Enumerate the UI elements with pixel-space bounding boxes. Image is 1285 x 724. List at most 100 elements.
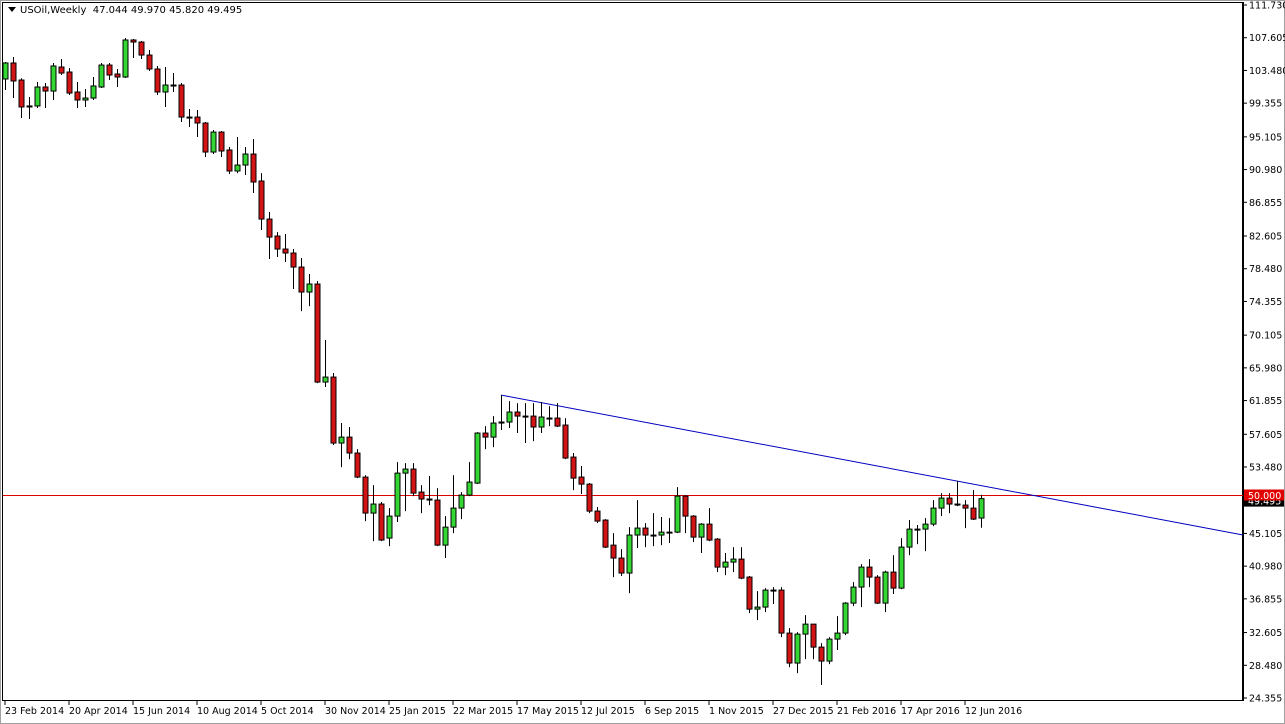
candle-body-bear	[331, 377, 336, 443]
candle-body-bear	[195, 117, 200, 123]
candle-body-bull	[459, 495, 464, 508]
candle-body-bull	[699, 524, 704, 537]
candle-body-bear	[259, 181, 264, 219]
time-tick-label: 25 Jan 2015	[389, 706, 446, 717]
price-tick-label: 70.105	[1249, 331, 1282, 342]
candle-body-bull	[843, 603, 848, 633]
candle	[355, 449, 360, 478]
price-tick-label: 95.105	[1249, 132, 1282, 143]
candle-body-bear	[555, 418, 560, 426]
candle-body-bear	[315, 284, 320, 382]
candle-body-bull	[339, 437, 344, 443]
candle-body-bull	[859, 567, 864, 587]
candle-body-bear	[563, 425, 568, 458]
price-tick-label: 53.480	[1249, 463, 1282, 474]
symbol-timeframe: USOil,Weekly	[20, 5, 86, 16]
candle-body-bear	[643, 528, 648, 535]
candle-body-bull	[899, 547, 904, 588]
candle-body-bear	[523, 416, 528, 417]
candle	[331, 373, 336, 445]
candle-body-bear	[691, 516, 696, 537]
candle-body-bear	[363, 477, 368, 513]
candle-body-bear	[619, 558, 624, 573]
candle-body-bear	[771, 590, 776, 591]
candle-body-bull	[451, 508, 456, 527]
ohlc-values: 47.044 49.970 45.820 49.495	[93, 5, 243, 16]
candle	[211, 130, 216, 154]
candle-body-bull	[243, 154, 248, 165]
candle-body-bull	[443, 527, 448, 545]
candle-body-bull	[235, 165, 240, 171]
candle-body-bear	[651, 535, 656, 536]
candle-body-bear	[875, 577, 880, 603]
candle	[475, 432, 480, 484]
candle-body-bear	[59, 67, 64, 73]
price-tick-label: 24.355	[1249, 694, 1282, 705]
price-tick-label: 28.480	[1249, 661, 1282, 672]
time-tick-label: 17 May 2015	[517, 706, 579, 717]
candle-body-bear	[579, 477, 584, 484]
candle-body-bear	[171, 85, 176, 86]
candle-body-bull	[659, 532, 664, 535]
candle-body-bull	[467, 482, 472, 495]
candle-body-bear	[67, 72, 72, 93]
time-tick-label: 30 Nov 2014	[325, 706, 386, 717]
candle-body-bull	[99, 65, 104, 87]
chart-header: USOil,Weekly 47.044 49.970 45.820 49.495	[8, 5, 242, 16]
candle-body-bull	[835, 633, 840, 639]
candle	[779, 587, 784, 637]
candle-body-bear	[147, 55, 152, 69]
candle-body-bear	[603, 520, 608, 547]
candle-body-bear	[43, 87, 48, 91]
candle	[379, 502, 384, 541]
candle-body-bear	[947, 498, 952, 504]
candle-body-bear	[347, 437, 352, 453]
candle-body-bull	[763, 590, 768, 607]
candle-body-bear	[715, 539, 720, 567]
price-chart[interactable]: 111.730107.605103.48099.35595.10590.9808…	[0, 0, 1285, 724]
price-tick-label: 111.730	[1249, 1, 1285, 12]
price-tick-label: 78.480	[1249, 264, 1282, 275]
candle-body-bear	[955, 504, 960, 505]
time-tick-label: 17 Apr 2016	[901, 706, 960, 717]
candle-body-bear	[547, 418, 552, 419]
candle-body-bear	[219, 132, 224, 151]
candle-body-bull	[323, 377, 328, 382]
price-tick-label: 61.855	[1249, 396, 1282, 407]
price-tick-label: 90.980	[1249, 165, 1282, 176]
price-tick-label: 107.605	[1249, 33, 1285, 44]
candle-body-bear	[179, 85, 184, 117]
price-tick-label: 74.355	[1249, 297, 1282, 308]
candle-body-bull	[83, 98, 88, 100]
price-tick-label: 36.855	[1249, 594, 1282, 605]
candle-body-bear	[27, 106, 32, 107]
candle-body-bull	[827, 639, 832, 661]
price-tick-label: 57.605	[1249, 430, 1282, 441]
candle-body-bear	[419, 492, 424, 499]
price-tick-label: 82.605	[1249, 232, 1282, 243]
candle-body-bear	[595, 511, 600, 521]
candle-body-bear	[299, 267, 304, 292]
candle-body-bear	[267, 219, 272, 237]
candle-body-bull	[211, 132, 216, 152]
candle	[787, 628, 792, 667]
price-tick-label: 99.355	[1249, 99, 1282, 110]
candle-body-bear	[891, 572, 896, 588]
chart-window[interactable]: 111.730107.605103.48099.35595.10590.9808…	[0, 0, 1285, 724]
candle-body-bull	[883, 572, 888, 603]
candle-body-bull	[35, 87, 40, 106]
time-tick-label: 23 Feb 2014	[5, 706, 64, 717]
candle-body-bull	[163, 85, 168, 92]
candle-body-bull	[795, 634, 800, 663]
time-tick-label: 12 Jul 2015	[581, 706, 635, 717]
candle-body-bull	[907, 529, 912, 547]
candle	[843, 602, 848, 635]
candle-body-bull	[499, 422, 504, 423]
candle-body-bear	[11, 63, 16, 81]
candle-body-bull	[539, 417, 544, 427]
candle-body-bull	[91, 86, 96, 98]
hline-price-label: 50.000	[1248, 491, 1281, 502]
time-tick-label: 5 Oct 2014	[261, 706, 314, 717]
dropdown-triangle-icon[interactable]	[8, 7, 16, 12]
candle-body-bear	[427, 499, 432, 500]
